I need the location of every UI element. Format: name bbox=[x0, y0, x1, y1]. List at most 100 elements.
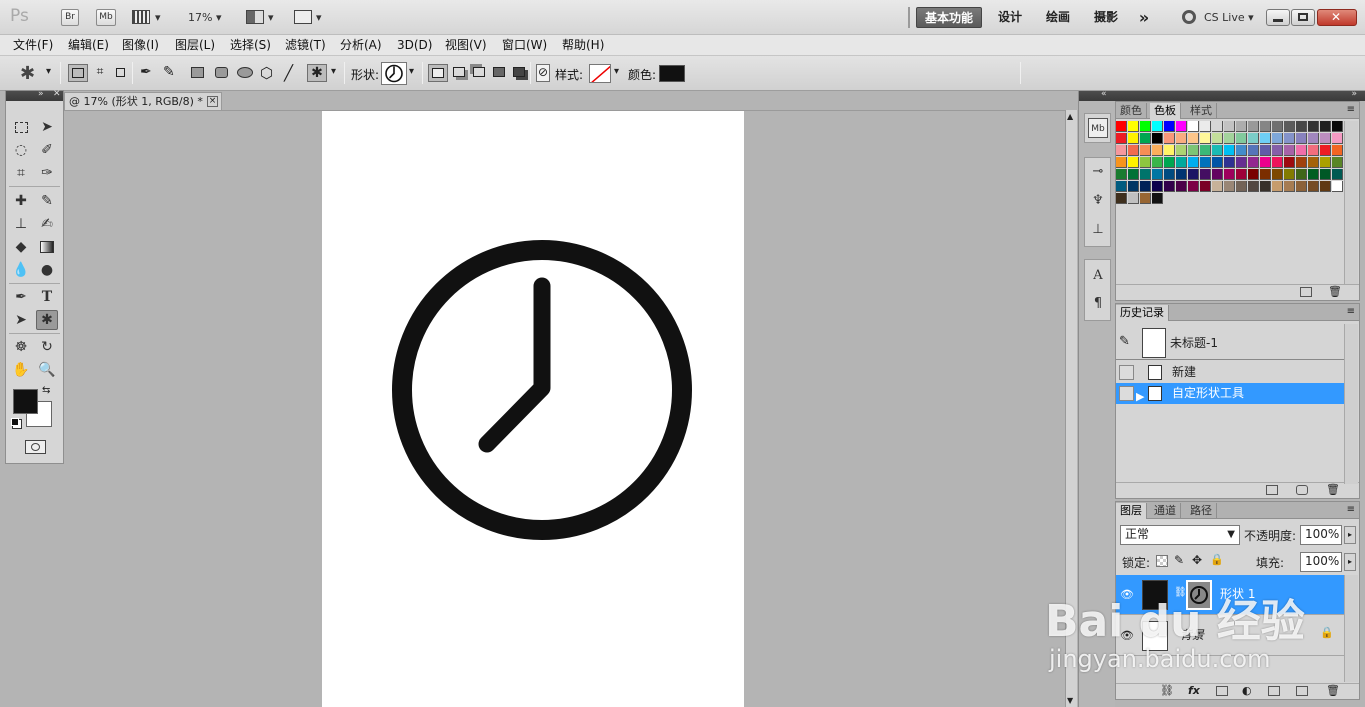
color-swatch[interactable] bbox=[1140, 181, 1151, 192]
blur-icon[interactable]: 💧 bbox=[10, 260, 32, 280]
paragraph-icon[interactable]: ¶ bbox=[1088, 294, 1108, 314]
color-swatch[interactable] bbox=[1140, 169, 1151, 180]
menu-3d[interactable]: 3D(D) bbox=[397, 37, 432, 54]
geometry-options-dropdown[interactable]: ▾ bbox=[331, 66, 336, 77]
workspace-painting[interactable]: 绘画 bbox=[1040, 7, 1076, 28]
dock-header[interactable]: « bbox=[1079, 89, 1116, 101]
brush-presets-icon[interactable]: ⊸ bbox=[1088, 162, 1108, 182]
workspace-essentials[interactable]: 基本功能 bbox=[916, 7, 982, 28]
color-swatch[interactable] bbox=[1272, 121, 1283, 132]
subtract-from-shape-area-icon[interactable] bbox=[470, 64, 490, 82]
color-swatch[interactable] bbox=[1140, 145, 1151, 156]
color-swatch[interactable] bbox=[1296, 169, 1307, 180]
menu-file[interactable]: 文件(F) bbox=[13, 37, 53, 54]
custom-shape-icon[interactable]: ✱ bbox=[36, 310, 58, 330]
trash-icon[interactable]: 🗑 bbox=[1328, 285, 1342, 298]
fill-slider-button[interactable]: ▸ bbox=[1344, 553, 1356, 571]
zoom-level-dropdown[interactable]: 17% ▾ bbox=[188, 9, 221, 26]
color-swatch[interactable] bbox=[1176, 145, 1187, 156]
default-colors-icon[interactable] bbox=[11, 418, 19, 426]
color-swatch[interactable] bbox=[1116, 169, 1127, 180]
color-swatch[interactable] bbox=[1296, 121, 1307, 132]
color-swatch[interactable] bbox=[1164, 133, 1175, 144]
color-swatch[interactable] bbox=[1116, 145, 1127, 156]
arrange-documents-icon[interactable] bbox=[246, 10, 264, 24]
color-swatch[interactable] bbox=[1152, 145, 1163, 156]
color-swatch[interactable] bbox=[1224, 157, 1235, 168]
restore-button[interactable] bbox=[1291, 9, 1315, 26]
color-swatch[interactable] bbox=[1296, 181, 1307, 192]
color-swatch[interactable] bbox=[1188, 181, 1199, 192]
custom-shape-tool-icon[interactable]: ✱ bbox=[307, 64, 327, 82]
lasso-icon[interactable]: ◌ bbox=[10, 140, 32, 160]
panel-menu-icon[interactable]: ≡ bbox=[1347, 306, 1355, 317]
more-workspaces-button[interactable]: » bbox=[1134, 7, 1154, 28]
color-swatch[interactable] bbox=[1200, 133, 1211, 144]
history-step-selected[interactable]: ▶ 自定形状工具 bbox=[1116, 383, 1344, 404]
color-swatch[interactable] bbox=[1188, 145, 1199, 156]
trash-icon[interactable]: 🗑 bbox=[1326, 483, 1340, 496]
3d-rotate-icon[interactable]: ☸ bbox=[10, 337, 32, 357]
color-swatch[interactable] bbox=[1140, 193, 1151, 204]
color-swatch[interactable] bbox=[1176, 169, 1187, 180]
intersect-shape-areas-icon[interactable] bbox=[490, 64, 510, 82]
scroll-up-icon[interactable]: ▲ bbox=[1067, 112, 1073, 121]
menu-filter[interactable]: 滤镜(T) bbox=[285, 37, 326, 54]
color-swatch[interactable] bbox=[1188, 157, 1199, 168]
color-swatch[interactable] bbox=[1212, 169, 1223, 180]
color-swatch[interactable] bbox=[1212, 157, 1223, 168]
menu-help[interactable]: 帮助(H) bbox=[562, 37, 604, 54]
style-picker[interactable] bbox=[589, 64, 611, 83]
color-swatch[interactable] bbox=[1200, 145, 1211, 156]
color-swatch[interactable] bbox=[1260, 157, 1271, 168]
fill-input[interactable]: 100% bbox=[1300, 552, 1342, 572]
tab-layers[interactable]: 图层 bbox=[1116, 503, 1147, 519]
color-swatch[interactable] bbox=[1224, 145, 1235, 156]
color-swatch[interactable] bbox=[1308, 169, 1319, 180]
tab-paths[interactable]: 路径 bbox=[1186, 503, 1217, 519]
color-swatch[interactable] bbox=[1128, 145, 1139, 156]
new-document-from-state-icon[interactable] bbox=[1266, 485, 1278, 495]
panels-header[interactable]: » bbox=[1115, 89, 1365, 101]
color-swatch[interactable] bbox=[1260, 145, 1271, 156]
history-snapshot[interactable]: ✎ 未标题-1 bbox=[1116, 326, 1344, 360]
color-swatch[interactable] bbox=[1284, 121, 1295, 132]
add-to-shape-area-icon[interactable] bbox=[450, 64, 470, 82]
color-swatch[interactable] bbox=[1320, 121, 1331, 132]
color-swatch[interactable] bbox=[1188, 133, 1199, 144]
eyedropper-icon[interactable]: ✑ bbox=[36, 163, 58, 183]
color-swatch[interactable] bbox=[1176, 121, 1187, 132]
color-swatch[interactable] bbox=[1248, 133, 1259, 144]
color-swatch[interactable] bbox=[1140, 157, 1151, 168]
history-source-checkbox[interactable] bbox=[1119, 365, 1134, 380]
color-swatch[interactable] bbox=[1272, 145, 1283, 156]
spot-healing-brush-icon[interactable]: ✚ bbox=[10, 191, 32, 211]
close-icon[interactable]: ✕ bbox=[53, 89, 61, 99]
color-swatch[interactable] bbox=[1332, 181, 1343, 192]
menu-edit[interactable]: 编辑(E) bbox=[68, 37, 109, 54]
color-swatch[interactable] bbox=[1284, 133, 1295, 144]
collapse-panels-icon[interactable]: » bbox=[1351, 89, 1357, 99]
color-swatch[interactable] bbox=[1260, 169, 1271, 180]
menu-layer[interactable]: 图层(L) bbox=[175, 37, 215, 54]
opacity-input[interactable]: 100% bbox=[1300, 525, 1342, 545]
screen-mode-dropdown[interactable]: ▾ bbox=[316, 9, 322, 26]
color-swatch[interactable] bbox=[1296, 145, 1307, 156]
rectangular-marquee-icon[interactable] bbox=[10, 117, 32, 137]
ellipse-tool-icon[interactable] bbox=[236, 64, 256, 82]
polygon-tool-icon[interactable]: ⬡ bbox=[260, 64, 280, 82]
color-swatch[interactable] bbox=[1308, 133, 1319, 144]
bridge-button[interactable]: Br bbox=[61, 9, 79, 26]
screen-mode-icon[interactable] bbox=[294, 10, 312, 24]
color-swatch[interactable] bbox=[1152, 193, 1163, 204]
color-swatch[interactable] bbox=[1296, 157, 1307, 168]
workspace-design[interactable]: 设计 bbox=[992, 7, 1028, 28]
color-swatch[interactable] bbox=[1128, 121, 1139, 132]
document-canvas[interactable] bbox=[322, 111, 744, 707]
brush-icon[interactable]: ✎ bbox=[36, 191, 58, 211]
history-brush-icon[interactable]: ✍ bbox=[36, 214, 58, 234]
expand-icon[interactable]: « bbox=[1101, 89, 1107, 99]
color-swatch[interactable] bbox=[1308, 121, 1319, 132]
snapshot-camera-icon[interactable] bbox=[1296, 485, 1308, 495]
hand-icon[interactable]: ✋ bbox=[10, 360, 32, 380]
